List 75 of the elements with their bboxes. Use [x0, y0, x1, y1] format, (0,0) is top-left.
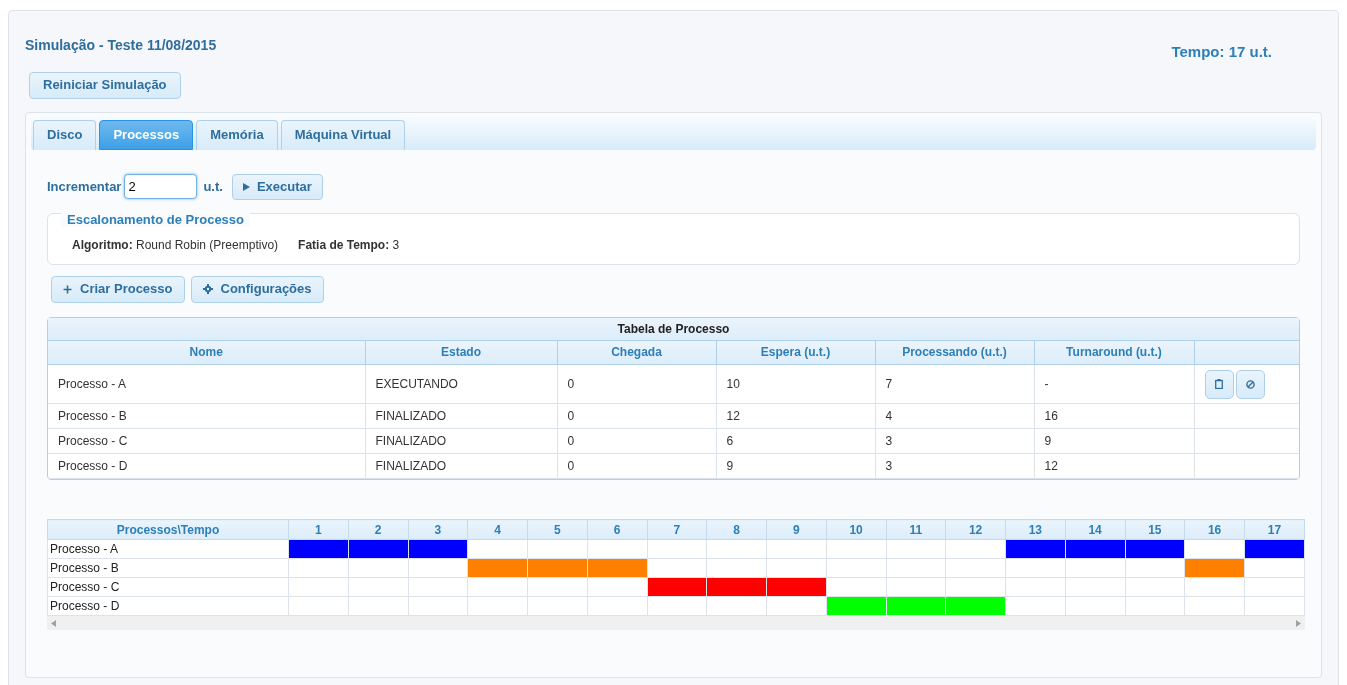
scroll-left-icon[interactable]	[51, 619, 56, 627]
table-cell: 16	[1034, 403, 1194, 429]
column-header: 17	[1244, 519, 1305, 540]
column-header: Processos\Tempo	[47, 519, 289, 540]
play-icon	[242, 182, 250, 191]
column-header: 10	[826, 519, 886, 540]
table-cell: EXECUTANDO	[365, 364, 557, 404]
table-cell: -	[1034, 364, 1194, 404]
column-header: 13	[1005, 519, 1066, 540]
column-header: 8	[706, 519, 767, 540]
unit-label: u.t.	[203, 177, 223, 196]
column-header: Nome	[48, 340, 365, 365]
column-header: Espera (u.t.)	[716, 340, 875, 365]
table-cell: 12	[716, 403, 875, 429]
table-cell: Processo - D	[48, 453, 365, 479]
table-cell: 3	[875, 428, 1034, 454]
table-cell: Processo - B	[48, 403, 365, 429]
column-header: Estado	[365, 340, 557, 365]
column-header: 12	[945, 519, 1006, 540]
table-cell: Processo - C	[48, 428, 365, 454]
table-cell: FINALIZADO	[365, 428, 557, 454]
gear-icon	[202, 284, 213, 294]
page-title: Simulação - Teste 11/08/2015	[25, 36, 217, 55]
increment-label: Incrementar	[47, 177, 122, 196]
table-cell: FINALIZADO	[365, 453, 557, 479]
table-cell: 12	[1034, 453, 1194, 479]
column-header: 6	[587, 519, 647, 540]
table-cell: 4	[875, 403, 1034, 429]
time-readout: Tempo: 17 u.t.	[1171, 42, 1272, 62]
cancel-button[interactable]	[1235, 369, 1265, 399]
table-cell: 6	[716, 428, 875, 454]
tab[interactable]: Máquina Virtual	[280, 119, 406, 150]
increment-input[interactable]: 2	[124, 174, 198, 199]
column-header: Chegada	[557, 340, 716, 365]
column-header: 16	[1184, 519, 1245, 540]
tab[interactable]: Memória	[196, 119, 278, 150]
horizontal-scrollbar[interactable]	[47, 616, 1305, 630]
column-header: 15	[1125, 519, 1185, 540]
algorithm-text: Algoritmo: Round Robin (Preemptivo)	[72, 236, 279, 254]
table-cell: 0	[557, 453, 716, 479]
table-cell: Processo - A	[48, 364, 365, 404]
table-cell: 9	[1034, 428, 1194, 454]
clipboard-icon	[1215, 379, 1223, 389]
column-header: Processando (u.t.)	[875, 340, 1034, 365]
action-button[interactable]: Configurações	[190, 275, 324, 303]
scroll-right-icon[interactable]	[1296, 619, 1301, 627]
column-header: 14	[1065, 519, 1125, 540]
plus-icon	[63, 284, 72, 294]
clipboard-button[interactable]	[1204, 369, 1234, 399]
time-slice-text: Fatia de Tempo: 3	[298, 236, 400, 254]
column-header: 11	[886, 519, 946, 540]
column-header: 1	[288, 519, 349, 540]
fieldset-legend: Escalonamento de Processo	[61, 212, 250, 227]
table-cell: 10	[716, 364, 875, 404]
column-header: 2	[348, 519, 408, 540]
table-cell: FINALIZADO	[365, 403, 557, 429]
tab[interactable]: Processos	[99, 119, 194, 150]
column-header: 7	[647, 519, 707, 540]
column-header: 9	[766, 519, 827, 540]
column-header: 3	[408, 519, 468, 540]
table-title: Tabela de Processo	[48, 317, 1299, 341]
table-cell: 9	[716, 453, 875, 479]
restart-button[interactable]: Reiniciar Simulação	[29, 71, 181, 99]
table-cell: 0	[557, 364, 716, 404]
execute-button[interactable]: Executar	[231, 173, 323, 200]
tab[interactable]: Disco	[33, 119, 97, 150]
table-cell: 7	[875, 364, 1034, 404]
action-button[interactable]: Criar Processo	[51, 275, 185, 303]
column-header: 5	[527, 519, 588, 540]
column-header: 4	[467, 519, 528, 540]
table-cell: 3	[875, 453, 1034, 479]
table-cell: 0	[557, 403, 716, 429]
cancel-icon	[1245, 379, 1255, 389]
table-cell: 0	[557, 428, 716, 454]
column-header: Turnaround (u.t.)	[1034, 340, 1194, 365]
